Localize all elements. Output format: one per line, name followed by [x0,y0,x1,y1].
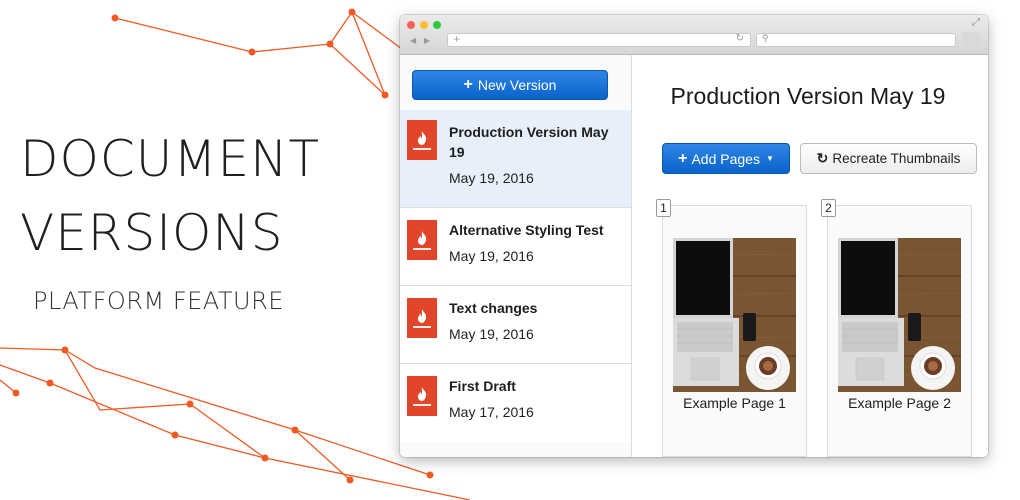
extension-button[interactable] [962,32,980,48]
page-card[interactable]: 1 Example Page 1 [656,199,807,457]
page-number-badge: 2 [821,199,836,217]
recreate-label: Recreate Thumbnails [832,151,961,166]
address-bar[interactable]: + ↻ [447,32,751,47]
minimize-window-button[interactable] [420,21,428,29]
plus-icon: + [463,76,473,93]
hero-title-line1: DOCUMENT [20,130,321,188]
version-sidebar: + New Version Production Version May 19 … [400,55,632,457]
fullscreen-icon[interactable]: ⤢ [972,17,980,28]
page-title: Production Version May 19 [670,83,946,109]
version-item-first-draft[interactable]: First Draft May 17, 2016 [400,364,631,442]
app-logo-icon [407,376,437,416]
caret-down-icon: ▼ [765,154,774,163]
version-item-alternative[interactable]: Alternative Styling Test May 19, 2016 [400,208,631,286]
refresh-icon: ↻ [816,150,829,166]
add-pages-label: Add Pages [691,150,760,167]
browser-window: ⤢ ◀ ▶ + ↻ ⚲ + New Version Production Ver… [400,15,988,457]
hero-subtitle: PLATFORM FEATURE [33,287,284,315]
recreate-thumbnails-button[interactable]: ↻ Recreate Thumbnails [800,143,977,174]
version-detail-panel: Production Version May 19 + Add Pages ▼ … [633,55,988,457]
app-logo-icon [407,298,437,338]
version-name: Text changes [449,300,538,316]
new-version-button[interactable]: + New Version [412,70,608,100]
version-item-text-changes[interactable]: Text changes May 19, 2016 [400,286,631,364]
search-input[interactable]: ⚲ [756,33,956,47]
version-date: May 19, 2016 [449,170,534,186]
close-window-button[interactable] [407,21,415,29]
version-name: Production Version May 19 [449,124,609,160]
version-name: Alternative Styling Test [449,222,604,238]
page-number-badge: 1 [656,199,671,217]
zoom-window-button[interactable] [433,21,441,29]
new-version-label: New Version [477,77,557,93]
hero-title-line2: VERSIONS [20,204,284,262]
app-logo-icon [407,220,437,260]
page-card[interactable]: 2 Example Page 2 [821,199,972,457]
app-logo-icon [407,120,437,160]
page-label: Example Page 1 [683,395,786,411]
version-date: May 19, 2016 [449,248,534,264]
forward-arrow-icon[interactable]: ▶ [424,36,430,45]
page-thumbnail-image [673,238,796,392]
page-label: Example Page 2 [848,395,951,411]
plus-icon: + [678,149,688,167]
search-icon: ⚲ [762,33,769,43]
page-thumbnail-image [838,238,961,392]
version-date: May 19, 2016 [449,326,534,342]
browser-toolbar: ⤢ ◀ ▶ + ↻ ⚲ [400,15,988,55]
version-date: May 17, 2016 [449,404,534,420]
add-pages-dropdown-button[interactable]: + Add Pages ▼ [662,143,790,174]
version-item-production[interactable]: Production Version May 19 May 19, 2016 [400,110,631,208]
new-tab-plus-icon[interactable]: + [453,32,460,46]
reload-icon[interactable]: ↻ [736,33,744,44]
version-name: First Draft [449,378,516,394]
back-arrow-icon[interactable]: ◀ [410,36,416,45]
